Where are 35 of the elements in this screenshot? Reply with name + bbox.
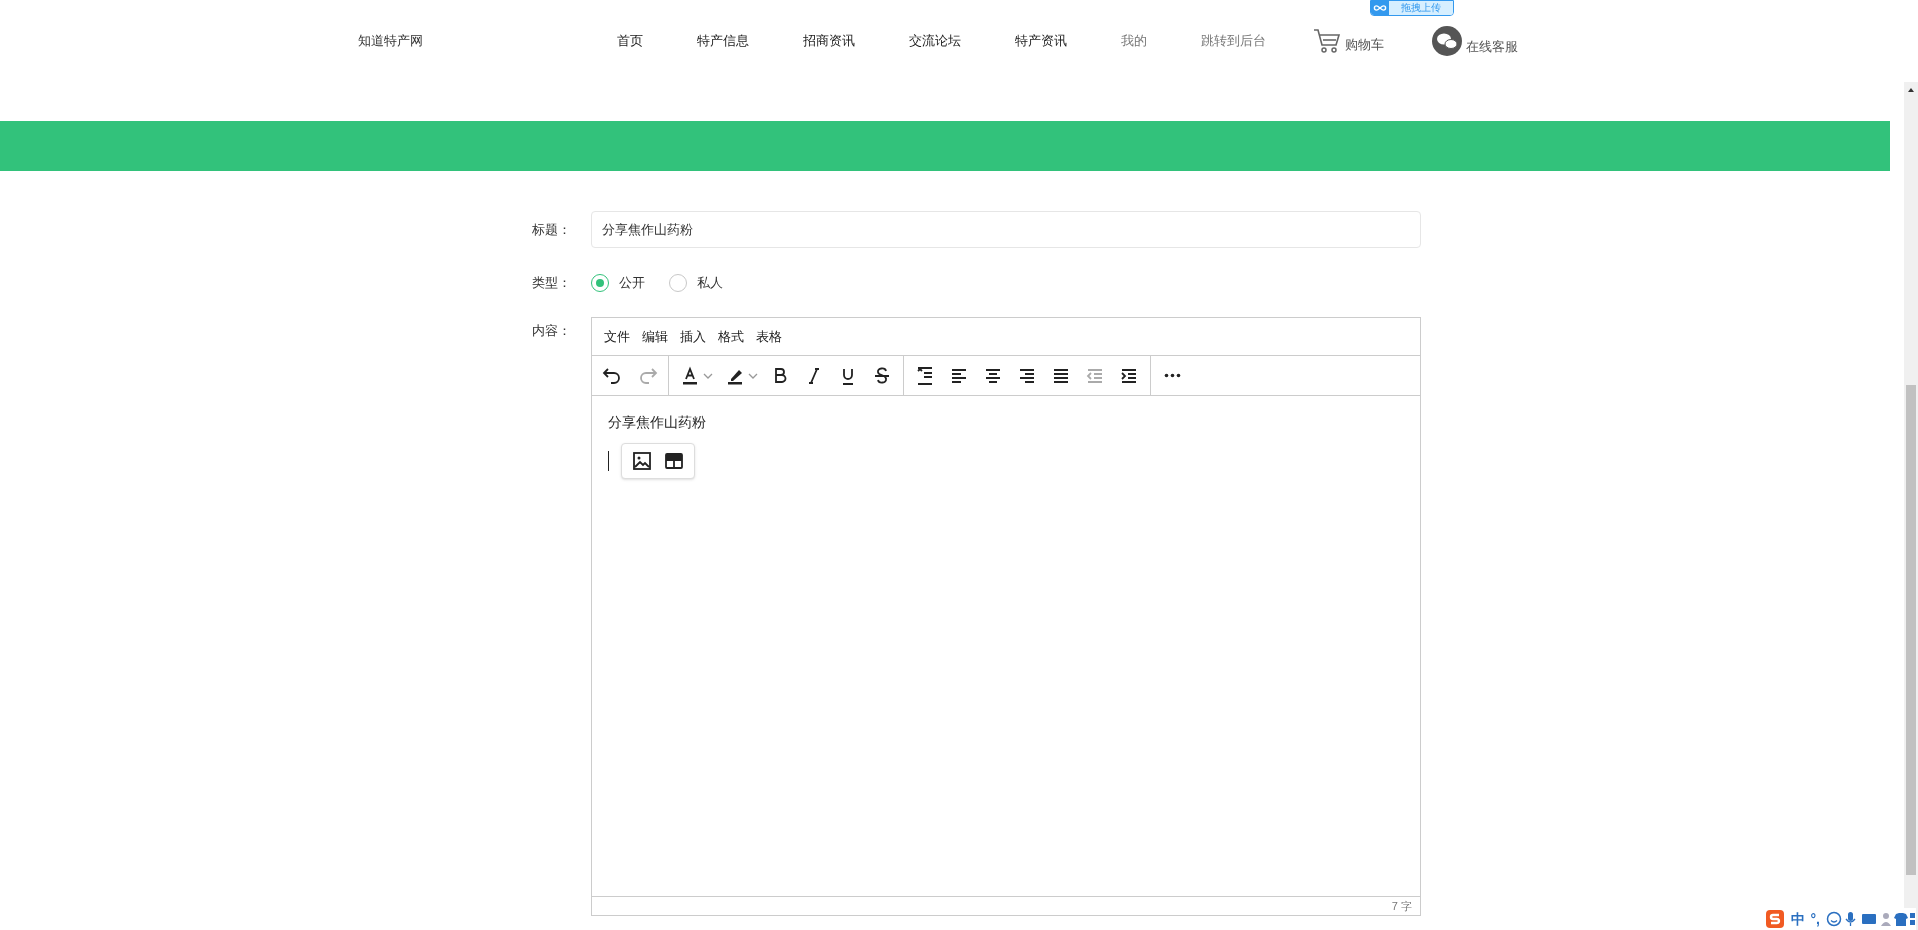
ime-toggle[interactable]: °,: [1810, 908, 1820, 930]
field-label: 内容：: [532, 322, 572, 340]
chat-icon: [1432, 26, 1462, 56]
editor-menu-item[interactable]: 格式: [712, 326, 750, 347]
nav-link[interactable]: 跳转到后台: [1174, 31, 1293, 51]
cart-link[interactable]: 购物车: [1345, 34, 1384, 54]
nav-link[interactable]: 特产信息: [670, 31, 776, 51]
radio-label: 私人: [697, 274, 723, 293]
editor-menu-item[interactable]: 文件: [598, 326, 636, 347]
nav-link[interactable]: 特产资讯: [988, 31, 1094, 51]
ime-toggle[interactable]: 中: [1790, 908, 1805, 930]
word-count: 7 字: [1391, 898, 1412, 914]
field-label: 类型：: [532, 274, 572, 293]
ime-tools-icon: [1826, 911, 1916, 927]
cart-icon: [1313, 28, 1341, 54]
editor-menu-item[interactable]: 表格: [750, 326, 788, 347]
field-label: 标题：: [532, 220, 572, 239]
customer-service-link[interactable]: 在线客服: [1466, 36, 1518, 56]
image-icon: [630, 449, 654, 473]
ime-logo-icon: [1764, 909, 1785, 929]
infinity-icon: [1373, 4, 1387, 12]
text-cursor: [608, 451, 609, 471]
nav-link[interactable]: 首页: [590, 31, 670, 51]
title-input[interactable]: 分享焦作山药粉: [591, 211, 1421, 248]
nav-link[interactable]: 我的: [1094, 31, 1174, 51]
editor-text: 分享焦作山药粉: [608, 413, 707, 432]
editor-menu-item[interactable]: 插入: [674, 326, 712, 347]
scrollbar[interactable]: [1904, 82, 1918, 930]
radio-label: 公开: [619, 274, 645, 293]
more-icon: [1163, 373, 1181, 378]
nav-link[interactable]: 招商资讯: [776, 31, 882, 51]
upload-label: 拖拽上传: [1389, 1, 1453, 15]
site-logo[interactable]: 知道特产网: [358, 31, 538, 51]
editor-menu-item[interactable]: 编辑: [636, 326, 674, 347]
nav-link[interactable]: 交流论坛: [882, 31, 988, 51]
